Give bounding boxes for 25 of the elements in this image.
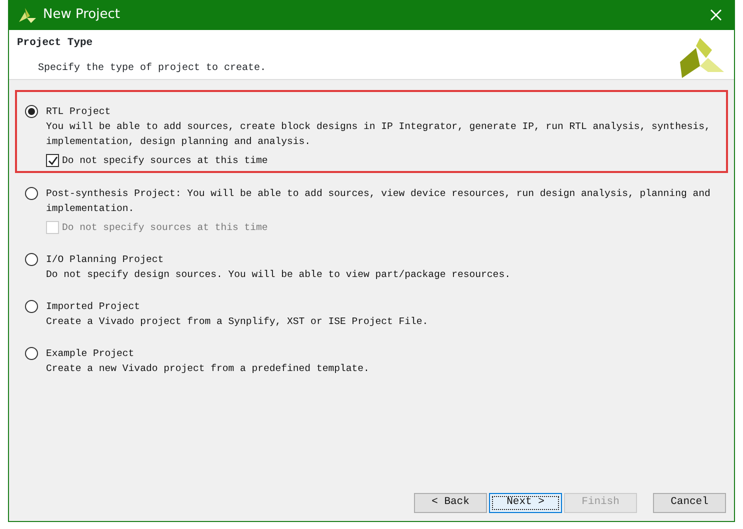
option-description: You will be able to add sources, create block designs in IP Integrator, generate IP, run RTL analysis, synthesis, implementation, design planning and analysis.: [46, 120, 712, 149]
checkbox-label: Do not specify sources at this time: [62, 221, 268, 235]
radio-button[interactable]: [25, 253, 38, 266]
logo-icon: [678, 36, 726, 80]
option-text: Post-synthesis Project: You will be able to add sources, view device resources, run design analysis, planning and implementation.: [46, 187, 712, 216]
radio-button[interactable]: [25, 105, 38, 118]
option-title: RTL Project: [46, 105, 112, 119]
radio-button[interactable]: [25, 347, 38, 360]
page-title: Project Type: [17, 36, 94, 51]
app-logo-icon: [17, 6, 37, 24]
checkbox[interactable]: [46, 154, 59, 167]
option-description: Create a new Vivado project from a predefined template.: [46, 362, 370, 376]
option-description: Create a Vivado project from a Synplify, XST or ISE Project File.: [46, 315, 428, 329]
wizard-button[interactable]: Next >: [489, 493, 562, 513]
radio-button[interactable]: [25, 300, 38, 313]
radio-button[interactable]: [25, 187, 38, 200]
option-title: Example Project: [46, 347, 136, 361]
wizard-button[interactable]: < Back: [414, 493, 487, 513]
window-title: New Project: [43, 6, 121, 24]
option-title: Imported Project: [46, 300, 142, 314]
wizard-button[interactable]: Cancel: [653, 493, 726, 513]
checkbox-label: Do not specify sources at this time: [62, 154, 268, 168]
option-title: I/O Planning Project: [46, 253, 165, 267]
option-description: Do not specify design sources. You will be able to view part/package resources.: [46, 268, 510, 282]
page-subtitle: Specify the type of project to create.: [38, 62, 268, 76]
